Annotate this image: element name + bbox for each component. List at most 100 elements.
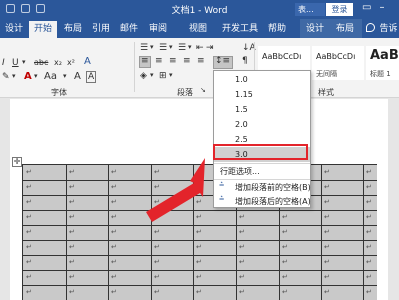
- tab-help[interactable]: 帮助: [265, 21, 289, 38]
- font-color-icon[interactable]: A: [24, 71, 32, 82]
- decrease-indent-icon[interactable]: ⇤: [196, 43, 204, 53]
- minimize-icon[interactable]: –: [379, 2, 392, 13]
- dropdown-icon[interactable]: ▾: [169, 43, 173, 51]
- grow-font-icon[interactable]: A: [74, 71, 81, 82]
- dropdown-icon[interactable]: ▾: [22, 58, 26, 66]
- table-cell-mark: ↵: [196, 228, 202, 236]
- style-no-spacing[interactable]: AaBbCcDı 无间隔: [312, 46, 364, 80]
- increase-indent-icon[interactable]: ⇥: [206, 43, 214, 53]
- align-center-icon[interactable]: ≡: [155, 56, 163, 66]
- table-cell-mark: ↵: [26, 258, 32, 266]
- table-cell-mark: ↵: [154, 213, 160, 221]
- table-cell-mark: ↵: [282, 228, 288, 236]
- table-cell-mark: ↵: [366, 288, 372, 296]
- table-cell-mark: ↵: [282, 258, 288, 266]
- tab-table-layout[interactable]: 布局: [332, 21, 358, 38]
- dialog-launcher-icon[interactable]: ↘: [200, 86, 206, 94]
- line-spacing-option-1-0[interactable]: 1.0: [214, 72, 310, 87]
- align-right-icon[interactable]: ≡: [169, 56, 177, 66]
- highlight-icon[interactable]: ✎: [2, 72, 10, 82]
- table-cell-mark: ↵: [69, 198, 75, 206]
- paragraph-group-label: 段落: [177, 88, 193, 97]
- lightbulb-icon[interactable]: [366, 23, 375, 32]
- table-cell-mark: ↵: [111, 183, 117, 191]
- dropdown-icon[interactable]: ▾: [150, 71, 154, 79]
- strikethrough-icon[interactable]: abc: [34, 58, 48, 67]
- tab-design-doc[interactable]: 设计: [3, 21, 25, 38]
- tab-table-design[interactable]: 设计: [302, 21, 328, 38]
- tab-home[interactable]: 开始: [29, 21, 57, 38]
- dropdown-icon[interactable]: ▾: [188, 43, 192, 51]
- title-bar: 文档1 - Word 表... 登录 ▭–: [0, 0, 399, 19]
- line-spacing-option-2-0[interactable]: 2.0: [214, 117, 310, 132]
- table-cell-mark: ↵: [111, 258, 117, 266]
- group-divider: [134, 42, 135, 92]
- highlight-box: [213, 144, 308, 160]
- table-cell-mark: ↵: [196, 198, 202, 206]
- add-space-after-item[interactable]: 增加段落后的空格(A): [214, 194, 311, 209]
- table-cell-mark: ↵: [69, 273, 75, 281]
- borders-icon[interactable]: ⊞: [159, 71, 167, 81]
- bullets-icon[interactable]: ☰: [140, 43, 148, 53]
- table-cell-mark: ↵: [324, 258, 330, 266]
- change-case-icon[interactable]: Aa: [44, 71, 57, 82]
- line-spacing-option-1-15[interactable]: 1.15: [214, 87, 310, 102]
- numbering-icon[interactable]: ☰: [159, 43, 167, 53]
- search-box[interactable]: 表...: [295, 3, 325, 16]
- style-heading-1[interactable]: AaBl 标题 1: [366, 46, 399, 80]
- show-marks-icon[interactable]: ¶: [242, 56, 248, 66]
- ribbon-tab-bar: 设计 开始 布局 引用 邮件 审阅 视图 开发工具 帮助 设计 布局 告诉: [0, 19, 399, 38]
- table-gridline: [23, 240, 377, 241]
- table-gridline: [108, 165, 109, 300]
- table-cell-mark: ↵: [196, 183, 202, 191]
- ribbon: I U ▾ abc x₂ x² A ✎ ▾ A ▾ Aa ▾ A A 字体 ☰ …: [0, 38, 399, 98]
- tab-layout[interactable]: 布局: [61, 21, 85, 38]
- distributed-icon[interactable]: ≡: [197, 56, 205, 66]
- table-cell-mark: ↵: [239, 228, 245, 236]
- dropdown-icon[interactable]: ▾: [150, 43, 154, 51]
- dropdown-icon[interactable]: ▾: [12, 72, 16, 80]
- subscript-icon[interactable]: x₂: [54, 58, 62, 67]
- italic-icon[interactable]: I: [2, 58, 5, 68]
- login-button[interactable]: 登录: [326, 3, 353, 16]
- superscript-icon[interactable]: x²: [67, 58, 75, 67]
- window-controls[interactable]: ▭–: [362, 2, 392, 13]
- dropdown-icon[interactable]: ▾: [34, 72, 38, 80]
- table-cell-mark: ↵: [196, 243, 202, 251]
- character-border-icon[interactable]: A: [86, 71, 97, 83]
- line-spacing-menu: 1.0 1.15 1.5 2.0 2.5 3.0 行距选项... ⩮ 增加段落前…: [213, 70, 311, 208]
- tab-developer[interactable]: 开发工具: [218, 21, 262, 38]
- tab-view[interactable]: 视图: [186, 21, 210, 38]
- table-cell-mark: ↵: [154, 228, 160, 236]
- line-spacing-options-item[interactable]: 行距选项...: [214, 164, 310, 179]
- text-effects-icon[interactable]: A: [84, 56, 91, 67]
- table-gridline: [23, 255, 377, 256]
- multilevel-list-icon[interactable]: ☰: [178, 43, 186, 53]
- style-name: 无间隔: [316, 70, 337, 78]
- dropdown-icon[interactable]: ▾: [63, 72, 67, 80]
- table-gridline: [23, 195, 377, 196]
- table-cell-mark: ↵: [154, 243, 160, 251]
- ribbon-display-icon[interactable]: ▭: [362, 2, 379, 13]
- dropdown-icon[interactable]: ▾: [169, 71, 173, 79]
- table-cell-mark: ↵: [26, 198, 32, 206]
- table-gridline: [363, 165, 364, 300]
- table-cell-mark: ↵: [324, 273, 330, 281]
- tab-review[interactable]: 审阅: [146, 21, 170, 38]
- table-cell-mark: ↵: [366, 273, 372, 281]
- underline-icon[interactable]: U: [12, 58, 19, 68]
- table[interactable]: ↵ ↵ ↵ ↵ ↵ ↵ ↵ ↵ ↵ ↵ ↵ ↵ ↵ ↵ ↵ ↵ ↵ ↵ ↵ ↵ ↵ ↵ ↵ ↵ ↵ ↵ ↵ ↵ ↵ ↵ ↵ ↵ ↵ ↵ ↵ ↵ ↵ ↵ ↵ ↵…: [22, 164, 377, 300]
- table-gridline: [321, 165, 322, 300]
- add-space-before-item[interactable]: 增加段落前的空格(B): [214, 180, 311, 195]
- tell-me-search[interactable]: 告诉: [378, 21, 399, 38]
- table-gridline: [23, 225, 377, 226]
- tab-references[interactable]: 引用: [89, 21, 113, 38]
- tab-mailings[interactable]: 邮件: [117, 21, 141, 38]
- line-spacing-option-1-5[interactable]: 1.5: [214, 102, 310, 117]
- table-cell-mark: ↵: [111, 273, 117, 281]
- table-cell-mark: ↵: [154, 168, 160, 176]
- table-cell-mark: ↵: [69, 228, 75, 236]
- shading-icon[interactable]: ◈: [140, 71, 147, 81]
- justify-icon[interactable]: ≡: [183, 56, 191, 66]
- table-move-handle-icon[interactable]: ✛: [12, 157, 22, 167]
